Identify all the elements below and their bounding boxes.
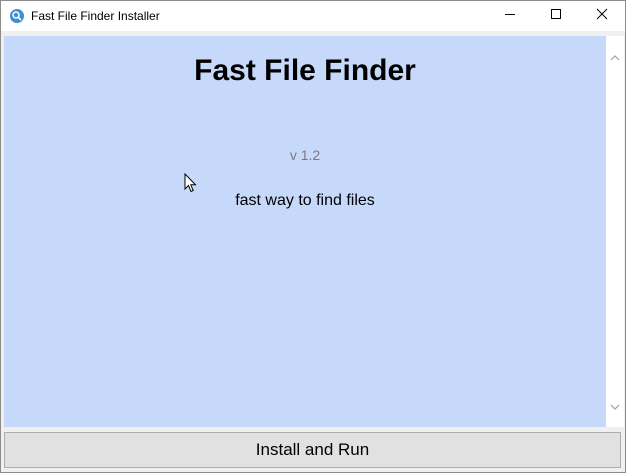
version-label: v 1.2 — [289, 147, 321, 163]
tagline-text: fast way to find files — [235, 192, 375, 209]
app-title: Fast File Finder — [194, 54, 416, 87]
window-title: Fast File Finder Installer — [31, 9, 160, 23]
vertical-scrollbar[interactable] — [606, 36, 624, 427]
close-button[interactable] — [579, 1, 625, 31]
installer-window: Fast File Finder Installer Fast File Fin… — [0, 0, 626, 473]
install-and-run-button[interactable]: Install and Run — [4, 432, 621, 468]
chevron-up-icon[interactable] — [609, 51, 621, 63]
minimize-button[interactable] — [487, 1, 533, 31]
mouse-pointer-icon — [184, 172, 198, 193]
title-bar[interactable]: Fast File Finder Installer — [1, 1, 625, 31]
maximize-icon — [550, 7, 562, 25]
chevron-down-icon[interactable] — [609, 400, 621, 412]
close-icon — [596, 7, 608, 25]
minimize-icon — [504, 7, 516, 25]
installer-content: Fast File Finder v 1.2 fast way to find … — [4, 36, 606, 427]
search-icon — [10, 9, 24, 23]
maximize-button[interactable] — [533, 1, 579, 31]
